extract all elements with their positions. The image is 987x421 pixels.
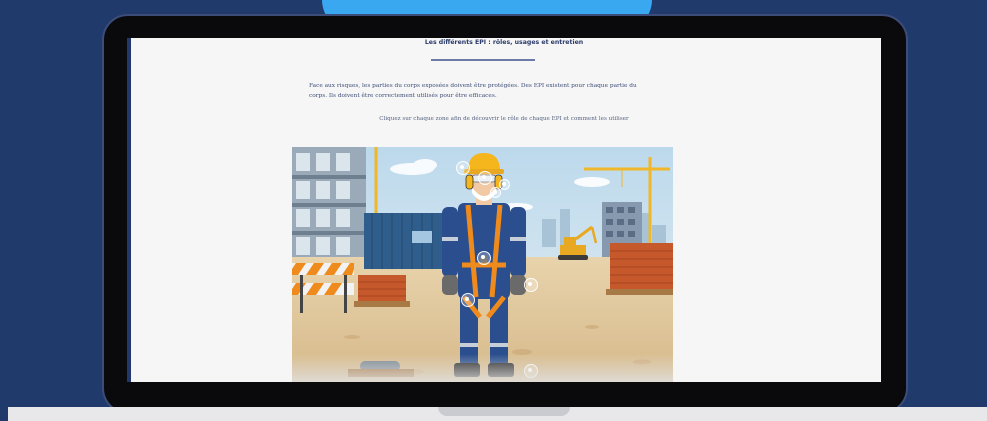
hotspot-eye-protection[interactable]: [478, 171, 492, 185]
intro-text: Face aux risques, les parties du corps e…: [309, 81, 661, 101]
page-title: Les différents EPI : rôles, usages et en…: [424, 39, 584, 46]
instruction-text: Cliquez sur chaque zone afin de découvri…: [379, 116, 629, 122]
hotspot-harness[interactable]: [477, 251, 491, 265]
hotspot-ear-protection[interactable]: [499, 179, 510, 190]
hotspot-safety-shoes[interactable]: [524, 364, 538, 378]
hotspot-mask[interactable]: [490, 187, 501, 198]
title-underline: [431, 59, 535, 61]
hotspot-clothing[interactable]: [461, 293, 475, 307]
screen-edge: [127, 38, 131, 382]
brick-pallet-left-icon: [354, 275, 410, 307]
intro-line-1: Face aux risques, les parties du corps e…: [309, 83, 637, 89]
epi-scene: [292, 147, 673, 382]
site-cabin-icon: [364, 213, 444, 269]
intro-line-2: corps. Ils doivent être correctement uti…: [309, 93, 497, 99]
hotspot-helmet[interactable]: [456, 161, 470, 175]
laptop-notch: [438, 407, 570, 416]
brick-pallet-right-icon: [606, 243, 673, 295]
hotspot-gloves[interactable]: [524, 278, 538, 292]
screen: Les différents EPI : rôles, usages et en…: [127, 38, 881, 382]
